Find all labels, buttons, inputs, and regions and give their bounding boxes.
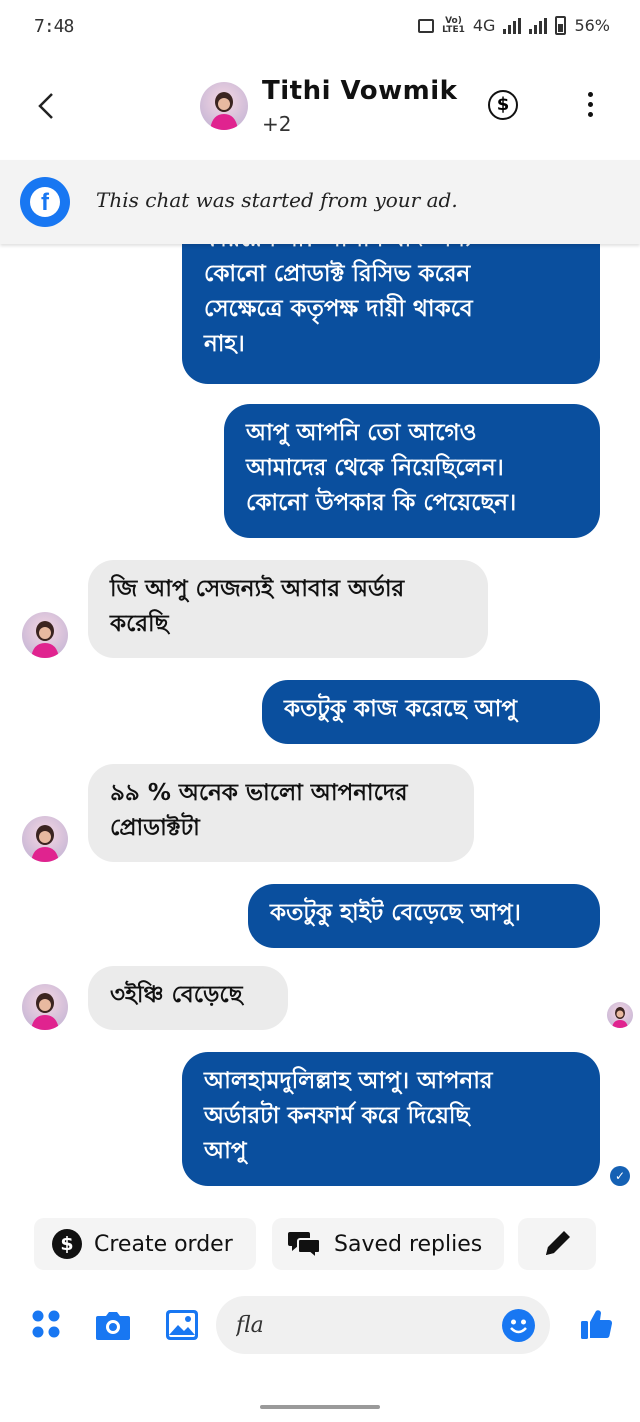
message-bubble-incoming[interactable]: ৩ইঞ্চি বেড়েছে bbox=[88, 966, 288, 1030]
status-icons: Vo) LTE1 4G 56% bbox=[418, 16, 610, 35]
battery-percent: 56% bbox=[574, 16, 610, 35]
ad-origin-text: This chat was started from your ad. bbox=[96, 188, 458, 212]
sender-avatar[interactable] bbox=[22, 612, 68, 658]
message-bubble-outgoing[interactable]: কতটুকু কাজ করেছে আপু bbox=[262, 680, 600, 744]
message-bubble-outgoing[interactable]: আপু আপনি তো আগেও আমাদের থেকে নিয়েছিলেন।… bbox=[224, 404, 600, 538]
saved-replies-label: Saved replies bbox=[334, 1231, 483, 1257]
status-bar: 7:48 Vo) LTE1 4G 56% bbox=[0, 0, 640, 56]
create-order-label: Create order bbox=[94, 1231, 233, 1257]
chat-header: Tithi Vowmik +2 $ bbox=[0, 56, 640, 160]
contact-name[interactable]: Tithi Vowmik bbox=[262, 76, 457, 106]
contact-subtitle: +2 bbox=[262, 112, 292, 136]
ad-origin-banner: f This chat was started from your ad. bbox=[0, 160, 640, 244]
signal-icon bbox=[503, 17, 522, 34]
message-bubble-outgoing[interactable]: কায়রেন না। আপনি যদি অন্য কোনো প্রোডাক্ট… bbox=[182, 244, 600, 384]
message-bubble-incoming[interactable]: জি আপু সেজন্যই আবার অর্ডার করেছি bbox=[88, 560, 488, 658]
thumbs-up-icon[interactable] bbox=[578, 1306, 614, 1342]
message-bubble-incoming[interactable]: ৯৯ % অনেক ভালো আপনাদের প্রোডাক্টটা bbox=[88, 764, 474, 862]
signal-icon-2 bbox=[529, 17, 548, 34]
facebook-icon: f bbox=[20, 177, 70, 227]
sender-avatar[interactable] bbox=[22, 984, 68, 1030]
battery-icon bbox=[555, 16, 567, 35]
chat-bubbles-icon bbox=[288, 1232, 321, 1259]
dollar-icon: $ bbox=[52, 1229, 82, 1259]
quick-actions-bar: $ Create order Saved replies bbox=[0, 1216, 640, 1272]
delivered-check-icon: ✓ bbox=[610, 1166, 630, 1186]
saved-replies-button[interactable]: Saved replies bbox=[272, 1218, 504, 1270]
create-order-button[interactable]: $ Create order bbox=[34, 1218, 256, 1270]
edit-button[interactable] bbox=[518, 1218, 596, 1270]
emoji-icon[interactable] bbox=[502, 1309, 535, 1342]
contact-avatar[interactable] bbox=[200, 82, 248, 130]
vibrate-icon bbox=[418, 18, 435, 33]
message-bubble-outgoing[interactable]: আলহামদুলিল্লাহ আপু। আপনার অর্ডারটা কনফার… bbox=[182, 1052, 600, 1186]
payment-button[interactable]: $ bbox=[488, 90, 518, 120]
read-receipt-avatar bbox=[607, 1002, 633, 1028]
sender-avatar[interactable] bbox=[22, 816, 68, 862]
more-options-button[interactable] bbox=[578, 92, 602, 122]
message-composer bbox=[0, 1290, 640, 1362]
volte-label: Vo) LTE1 bbox=[442, 15, 465, 35]
pencil-icon bbox=[546, 1231, 570, 1255]
message-bubble-outgoing[interactable]: কতটুকু হাইট বেড়েছে আপু। bbox=[248, 884, 600, 948]
home-indicator[interactable] bbox=[260, 1405, 380, 1409]
message-input[interactable] bbox=[216, 1296, 550, 1354]
dollar-circle-icon: $ bbox=[496, 94, 510, 115]
status-time: 7:48 bbox=[34, 16, 74, 37]
chevron-left-icon bbox=[38, 93, 53, 119]
message-list[interactable]: কায়রেন না। আপনি যদি অন্য কোনো প্রোডাক্ট… bbox=[0, 244, 640, 1204]
network-type: 4G bbox=[472, 16, 496, 35]
back-button[interactable] bbox=[30, 86, 66, 126]
menu-dots-icon[interactable] bbox=[30, 1308, 64, 1342]
camera-icon[interactable] bbox=[94, 1308, 132, 1342]
image-icon[interactable] bbox=[164, 1308, 200, 1342]
